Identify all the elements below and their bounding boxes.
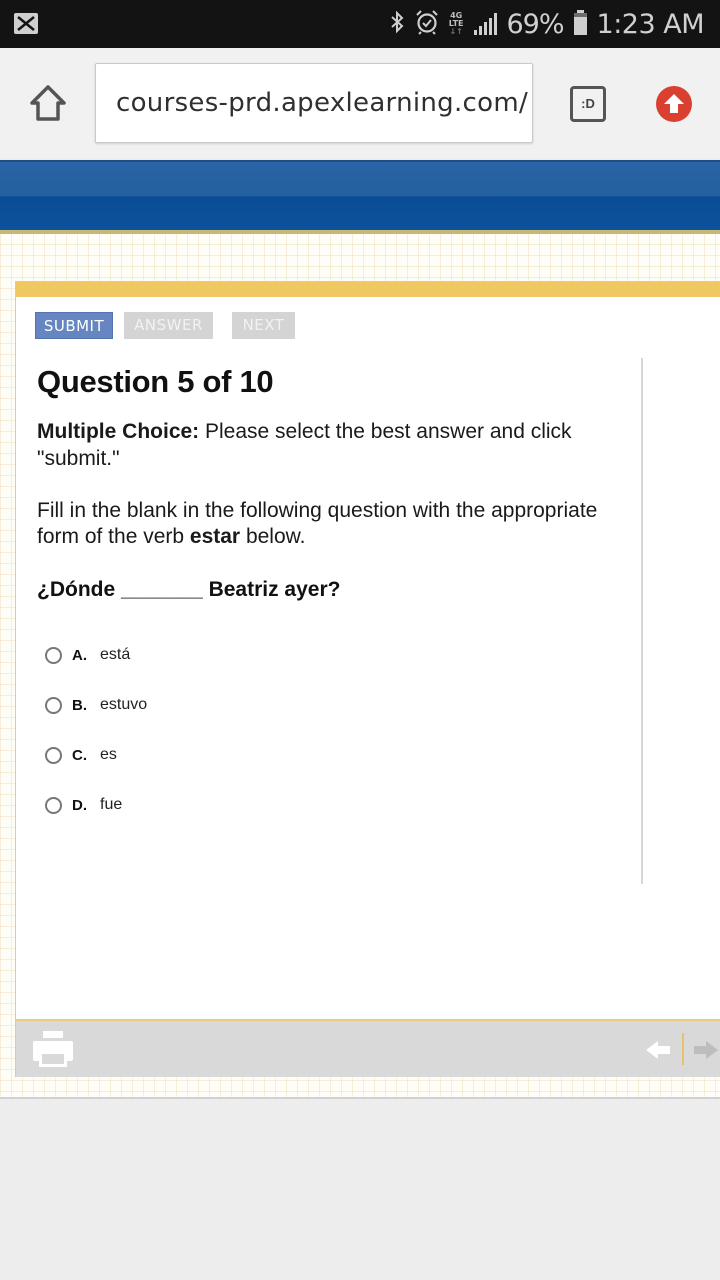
- status-bar: 4G LTE ↓↑ 69% 1:23 AM: [0, 0, 720, 48]
- home-icon: [30, 85, 66, 121]
- print-icon: [33, 1031, 73, 1067]
- question-card: SUBMIT ANSWER NEXT Question 5 of 10 Mult…: [15, 281, 720, 1077]
- browser-toolbar: courses-prd.apexlearning.com/ :D: [0, 48, 720, 158]
- tabs-icon: :D: [581, 96, 595, 111]
- radio-button[interactable]: [45, 696, 62, 714]
- question-toolbar: SUBMIT ANSWER NEXT: [35, 312, 295, 339]
- option-letter: B.: [72, 696, 87, 714]
- option-text: es: [100, 746, 117, 763]
- nav-separator: [682, 1033, 684, 1065]
- option-d[interactable]: D. fue: [45, 780, 147, 830]
- instruction-label: Multiple Choice:: [37, 420, 200, 443]
- answer-button[interactable]: ANSWER: [124, 312, 213, 339]
- option-letter: D.: [72, 796, 87, 814]
- question-sentence: ¿Dónde _______ Beatriz ayer?: [37, 578, 341, 601]
- answer-options: A. está B. estuvo C. es D. fue: [45, 630, 147, 830]
- home-button[interactable]: [27, 82, 69, 124]
- signal-icon: [473, 13, 497, 35]
- arrow-left-icon: [646, 1041, 670, 1059]
- battery-icon: [573, 10, 587, 35]
- option-text: estuvo: [100, 696, 148, 713]
- tabs-button[interactable]: :D: [570, 86, 606, 122]
- option-letter: C.: [72, 746, 87, 764]
- bluetooth-icon: [389, 10, 405, 38]
- radio-button[interactable]: [45, 646, 62, 664]
- print-button[interactable]: [33, 1031, 73, 1067]
- previous-button[interactable]: [646, 1039, 672, 1066]
- page-bottom-divider: [0, 1097, 720, 1099]
- clock: 1:23 AM: [596, 8, 705, 40]
- alarm-icon: [415, 9, 439, 39]
- option-b[interactable]: B. estuvo: [45, 680, 147, 730]
- question-title: Question 5 of 10: [37, 364, 274, 399]
- option-text: fue: [100, 796, 123, 813]
- card-accent-bar: [16, 282, 720, 297]
- next-page-button[interactable]: [692, 1039, 718, 1066]
- submit-button[interactable]: SUBMIT: [35, 312, 113, 339]
- battery-percent: 69%: [506, 8, 565, 40]
- url-text: courses-prd.apexlearning.com/: [116, 88, 529, 118]
- content-divider: [641, 358, 643, 884]
- 4g-lte-icon: 4G LTE ↓↑: [448, 11, 464, 36]
- radio-button[interactable]: [45, 746, 62, 764]
- card-footer: [16, 1019, 720, 1077]
- option-c[interactable]: C. es: [45, 730, 147, 780]
- option-a[interactable]: A. está: [45, 630, 147, 680]
- option-text: está: [100, 646, 131, 663]
- upload-arrow-icon: [664, 94, 684, 113]
- upload-button[interactable]: [656, 86, 692, 122]
- question-instruction: Multiple Choice: Please select the best …: [37, 418, 617, 472]
- site-header-banner: [0, 160, 720, 230]
- mail-x-icon: [14, 13, 38, 34]
- url-bar[interactable]: courses-prd.apexlearning.com/: [95, 63, 533, 143]
- question-prompt: Fill in the blank in the following quest…: [37, 499, 598, 548]
- arrow-right-icon: [694, 1041, 718, 1059]
- verb-highlight: estar: [189, 525, 241, 548]
- option-letter: A.: [72, 646, 87, 664]
- next-button[interactable]: NEXT: [232, 312, 295, 339]
- radio-button[interactable]: [45, 796, 62, 814]
